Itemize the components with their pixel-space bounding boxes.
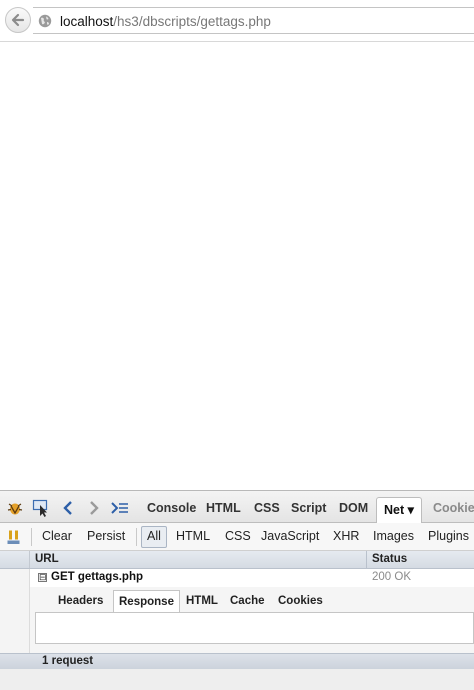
header-gutter bbox=[0, 551, 30, 568]
pause-xhr-button[interactable] bbox=[4, 528, 24, 546]
url-path: /hs3/dbscripts/gettags.php bbox=[113, 14, 271, 29]
next-button[interactable] bbox=[84, 499, 104, 517]
detail-tab-html[interactable]: HTML bbox=[186, 595, 218, 607]
back-arrow-icon bbox=[11, 13, 25, 27]
detail-tab-cache[interactable]: Cache bbox=[230, 595, 265, 607]
toolbar-separator bbox=[136, 528, 137, 546]
tab-dom[interactable]: DOM bbox=[339, 501, 368, 515]
chevron-left-icon bbox=[63, 501, 72, 515]
request-gutter bbox=[0, 569, 30, 653]
request-count: 1 request bbox=[42, 655, 94, 667]
detail-tab-headers[interactable]: Headers bbox=[58, 595, 103, 607]
tab-net[interactable]: Net ▾ bbox=[376, 497, 422, 524]
filter-all-button[interactable]: All bbox=[141, 526, 167, 548]
response-body[interactable] bbox=[35, 612, 474, 644]
request-status: 200 OK bbox=[372, 571, 411, 583]
filter-html-button[interactable]: HTML bbox=[176, 529, 210, 543]
firebug-menu-button[interactable] bbox=[5, 499, 25, 517]
globe-icon bbox=[38, 14, 52, 28]
clear-button[interactable]: Clear bbox=[42, 529, 72, 543]
filter-javascript-button[interactable]: JavaScript bbox=[261, 529, 319, 543]
net-summary-bar: 1 request bbox=[0, 653, 474, 669]
browser-address-bar: localhost/hs3/dbscripts/gettags.php bbox=[0, 0, 474, 42]
detail-tab-cookies[interactable]: Cookies bbox=[278, 595, 323, 607]
command-line-icon bbox=[111, 502, 128, 514]
column-url[interactable]: URL bbox=[35, 553, 59, 565]
firebug-bug-icon bbox=[7, 503, 23, 515]
request-detail-panel: Headers Response HTML Cache Cookies bbox=[30, 587, 474, 653]
panel-bottom-area bbox=[0, 669, 474, 690]
filter-css-button[interactable]: CSS bbox=[225, 529, 251, 543]
pause-xhr-icon bbox=[7, 530, 20, 544]
command-line-button[interactable] bbox=[110, 499, 130, 517]
net-column-header: URL Status bbox=[0, 551, 474, 569]
tab-css[interactable]: CSS bbox=[254, 501, 280, 515]
column-status[interactable]: Status bbox=[372, 553, 407, 565]
request-url[interactable]: GET gettags.php bbox=[51, 571, 143, 583]
tab-cookies[interactable]: Cookies bbox=[433, 501, 474, 515]
tab-console[interactable]: Console bbox=[147, 501, 196, 515]
firebug-tab-strip: Console HTML CSS Script DOM Net ▾ Cookie… bbox=[0, 491, 474, 524]
filter-images-button[interactable]: Images bbox=[373, 529, 414, 543]
chevron-right-icon bbox=[90, 501, 99, 515]
url-host: localhost bbox=[60, 14, 114, 29]
toolbar-separator bbox=[31, 528, 32, 546]
previous-button[interactable] bbox=[58, 499, 78, 517]
filter-plugins-button[interactable]: Plugins bbox=[428, 529, 469, 543]
firebug-panel: Console HTML CSS Script DOM Net ▾ Cookie… bbox=[0, 490, 474, 690]
url-text: localhost/hs3/dbscripts/gettags.php bbox=[60, 14, 271, 29]
tab-html[interactable]: HTML bbox=[206, 501, 241, 515]
url-field[interactable]: localhost/hs3/dbscripts/gettags.php bbox=[33, 7, 474, 34]
table-row[interactable]: ⊟ GET gettags.php 200 OK bbox=[30, 569, 474, 587]
filter-xhr-button[interactable]: XHR bbox=[333, 529, 359, 543]
persist-button[interactable]: Persist bbox=[87, 529, 125, 543]
net-request-list: ⊟ GET gettags.php 200 OK Headers Respons… bbox=[0, 569, 474, 653]
back-button[interactable] bbox=[5, 7, 31, 33]
net-toolbar: Clear Persist All HTML CSS JavaScript XH… bbox=[0, 523, 474, 551]
collapse-icon[interactable]: ⊟ bbox=[38, 573, 47, 582]
detail-tab-response[interactable]: Response bbox=[113, 590, 180, 613]
inspect-button[interactable] bbox=[31, 499, 51, 517]
column-separator[interactable] bbox=[366, 551, 367, 568]
tab-script[interactable]: Script bbox=[291, 501, 326, 515]
inspect-pointer-icon bbox=[32, 499, 48, 517]
